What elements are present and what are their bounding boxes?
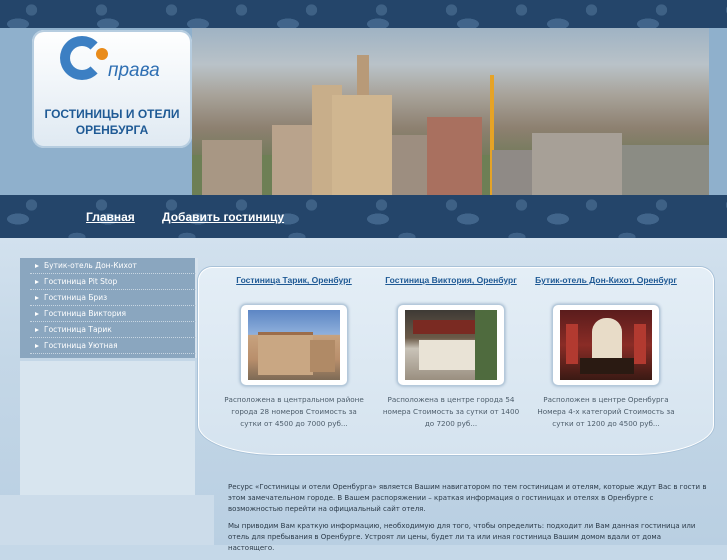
hotel-card: Гостиница Тарик, Оренбург Расположена в … — [219, 274, 369, 430]
site-logo[interactable]: права ГОСТИНИЦЫ И ОТЕЛИ ОРЕНБУРГА — [32, 30, 192, 148]
sidebar-item-briz[interactable]: Гостиница Бриз — [30, 290, 196, 306]
hotel-card: Бутик-отель Дон-Кихот, Оренбург Располож… — [531, 274, 681, 430]
hotel-card-description-viktoriya: Расположена в центре города 54 номера Ст… — [382, 395, 520, 428]
main-navigation: Главная Добавить гостиницу — [0, 195, 727, 238]
nav-home-link[interactable]: Главная — [86, 210, 135, 224]
site-description-paragraph-1: Ресурс «Гостиницы и отели Оренбурга» явл… — [228, 483, 707, 513]
hotel-photo-viktoriya — [405, 310, 497, 380]
footer-left-panel — [0, 495, 214, 545]
header-city-photo — [192, 28, 709, 195]
sidebar-item-viktoriya[interactable]: Гостиница Виктория — [30, 306, 196, 322]
hotel-card-title-don-kihot[interactable]: Бутик-отель Дон-Кихот, Оренбург — [531, 274, 681, 300]
hotel-card-photo-frame[interactable] — [240, 304, 348, 386]
hotel-card-title-tarik[interactable]: Гостиница Тарик, Оренбург — [219, 274, 369, 300]
sidebar-item-tarik[interactable]: Гостиница Тарик — [30, 322, 196, 338]
site-title: ГОСТИНИЦЫ И ОТЕЛИ ОРЕНБУРГА — [32, 106, 192, 138]
site-description-paragraph-2: Мы приводим Вам краткую информацию, необ… — [228, 522, 696, 552]
hotel-card-photo-frame[interactable] — [397, 304, 505, 386]
sidebar-item-pit-stop[interactable]: Гостиница Pit Stop — [30, 274, 196, 290]
site-title-line2: ОРЕНБУРГА — [75, 123, 149, 137]
top-ornament-strip — [0, 0, 727, 28]
logo-word: права — [108, 60, 160, 81]
hotel-photo-tarik — [248, 310, 340, 380]
hotel-photo-don-kihot — [560, 310, 652, 380]
hotel-card: Гостиница Виктория, Оренбург Расположена… — [376, 274, 526, 430]
hotel-card-photo-frame[interactable] — [552, 304, 660, 386]
hotel-card-description-don-kihot: Расположен в центре Оренбурга Номера 4-х… — [537, 395, 675, 428]
hotel-card-title-viktoriya[interactable]: Гостиница Виктория, Оренбург — [376, 274, 526, 300]
nav-add-hotel-link[interactable]: Добавить гостиницу — [162, 210, 284, 224]
logo-dot-icon — [96, 48, 108, 60]
site-description: Ресурс «Гостиницы и отели Оренбурга» явл… — [228, 482, 708, 560]
sidebar-item-don-kihot[interactable]: Бутик-отель Дон-Кихот — [30, 258, 196, 274]
site-title-line1: ГОСТИНИЦЫ И ОТЕЛИ — [44, 107, 180, 121]
sidebar-lower-panel — [20, 361, 195, 495]
hotel-card-description-tarik: Расположена в центральном районе города … — [224, 395, 364, 428]
sidebar-hotel-list: Бутик-отель Дон-Кихот Гостиница Pit Stop… — [20, 258, 198, 358]
sidebar-item-uyutnaya[interactable]: Гостиница Уютная — [30, 338, 196, 354]
featured-hotels-panel: Гостиница Тарик, Оренбург Расположена в … — [198, 267, 714, 455]
